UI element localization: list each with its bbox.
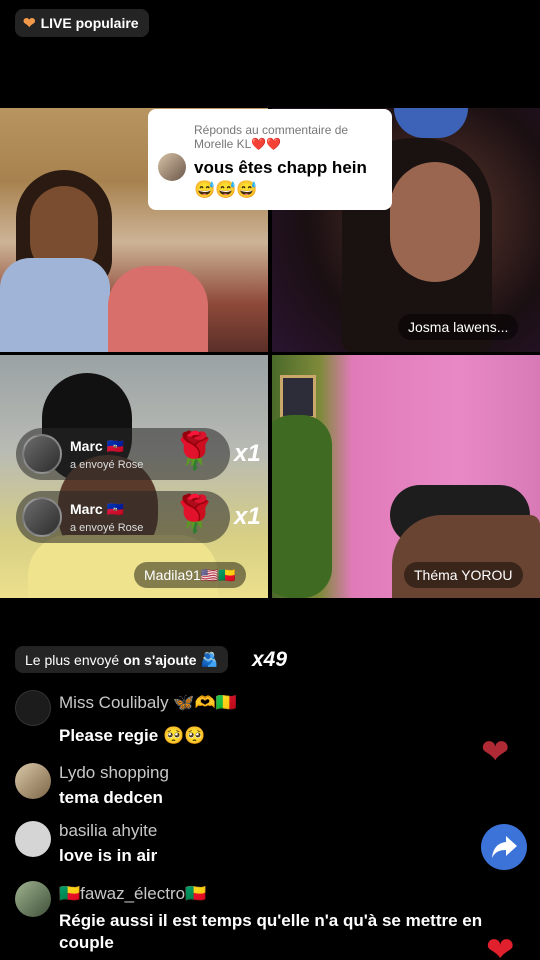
gift-subtitle: a envoyé Rose xyxy=(70,458,144,471)
gift-count: x1 xyxy=(234,503,261,530)
heart-icon: ❤ xyxy=(481,733,510,771)
comment-author: Miss Coulibaly 🦋🫶🇲🇱 xyxy=(59,693,237,712)
host-cap xyxy=(394,108,468,138)
gift-sender: Marc 🇭🇹 xyxy=(70,500,125,517)
comment-author: basilia ahyite xyxy=(59,821,158,840)
comment-item[interactable]: 🇧🇯fawaz_électro🇧🇯 Régie aussi il est tem… xyxy=(15,881,485,957)
most-sent-count: x49 xyxy=(252,648,288,671)
avatar xyxy=(22,497,62,537)
comment-text: Régie aussi il est temps qu'elle n'a qu'… xyxy=(59,911,483,952)
comment-text: tema dedcen xyxy=(59,788,163,807)
chair xyxy=(108,266,208,352)
hug-icon: 🫂 xyxy=(200,651,218,667)
gift-subtitle: a envoyé Rose xyxy=(70,521,144,534)
most-sent-action: on s'ajoute xyxy=(123,651,197,668)
tile-name-tag: Madila91🇺🇸🇧🇯 xyxy=(134,562,246,588)
share-icon xyxy=(492,836,517,858)
tile-name-tag: Théma YOROU xyxy=(404,562,523,588)
video-tile-4[interactable]: Théma YOROU xyxy=(272,355,540,598)
most-sent-banner[interactable]: Le plus envoyé on s'ajoute 🫂 xyxy=(15,646,228,673)
gift-sender: Marc 🇭🇹 xyxy=(70,437,125,454)
wall-frame xyxy=(280,375,316,419)
host-face xyxy=(390,162,480,282)
heart-icon: ❤ xyxy=(23,15,36,32)
gift-count: x1 xyxy=(234,440,261,467)
comment-item[interactable]: basilia ahyite love is in air xyxy=(15,821,485,871)
live-badge-label: LIVE populaire xyxy=(40,15,139,31)
guest-shirt xyxy=(0,258,110,352)
comment-text: Please regie 🥺🥺 xyxy=(59,726,206,745)
plant xyxy=(272,415,332,598)
avatar xyxy=(22,434,62,474)
reply-header: Réponds au commentaire de Morelle KL❤️❤️ xyxy=(194,123,380,151)
rose-icon: 🌹 xyxy=(172,493,217,534)
avatar xyxy=(15,881,51,917)
gift-notification[interactable]: Marc 🇭🇹 a envoyé Rose 🌹 x1 xyxy=(16,428,261,480)
gift-notification[interactable]: Marc 🇭🇹 a envoyé Rose 🌹 x1 xyxy=(16,491,261,543)
avatar xyxy=(15,690,51,726)
comment-text: love is in air xyxy=(59,846,158,865)
comment-author: 🇧🇯fawaz_électro🇧🇯 xyxy=(59,884,207,903)
share-button[interactable] xyxy=(481,824,527,870)
reply-text: vous êtes chapp hein😅😅😅 xyxy=(194,158,367,199)
live-popular-badge[interactable]: ❤ LIVE populaire xyxy=(15,9,149,37)
heart-icon: ❤ xyxy=(486,931,515,960)
avatar xyxy=(15,763,51,799)
avatar xyxy=(15,821,51,857)
avatar xyxy=(158,153,186,181)
tile-name-tag: Josma lawens... xyxy=(398,314,519,340)
rose-icon: 🌹 xyxy=(172,430,217,471)
most-sent-label: Le plus envoyé xyxy=(25,651,120,668)
comment-item[interactable]: Lydo shopping tema dedcen xyxy=(15,763,485,813)
comment-author: Lydo shopping xyxy=(59,763,169,782)
reply-comment-card[interactable]: Réponds au commentaire de Morelle KL❤️❤️… xyxy=(148,109,392,210)
reply-header-hearts: ❤️❤️ xyxy=(251,137,282,151)
comment-item[interactable]: Miss Coulibaly 🦋🫶🇲🇱 Please regie 🥺🥺 xyxy=(15,690,485,750)
